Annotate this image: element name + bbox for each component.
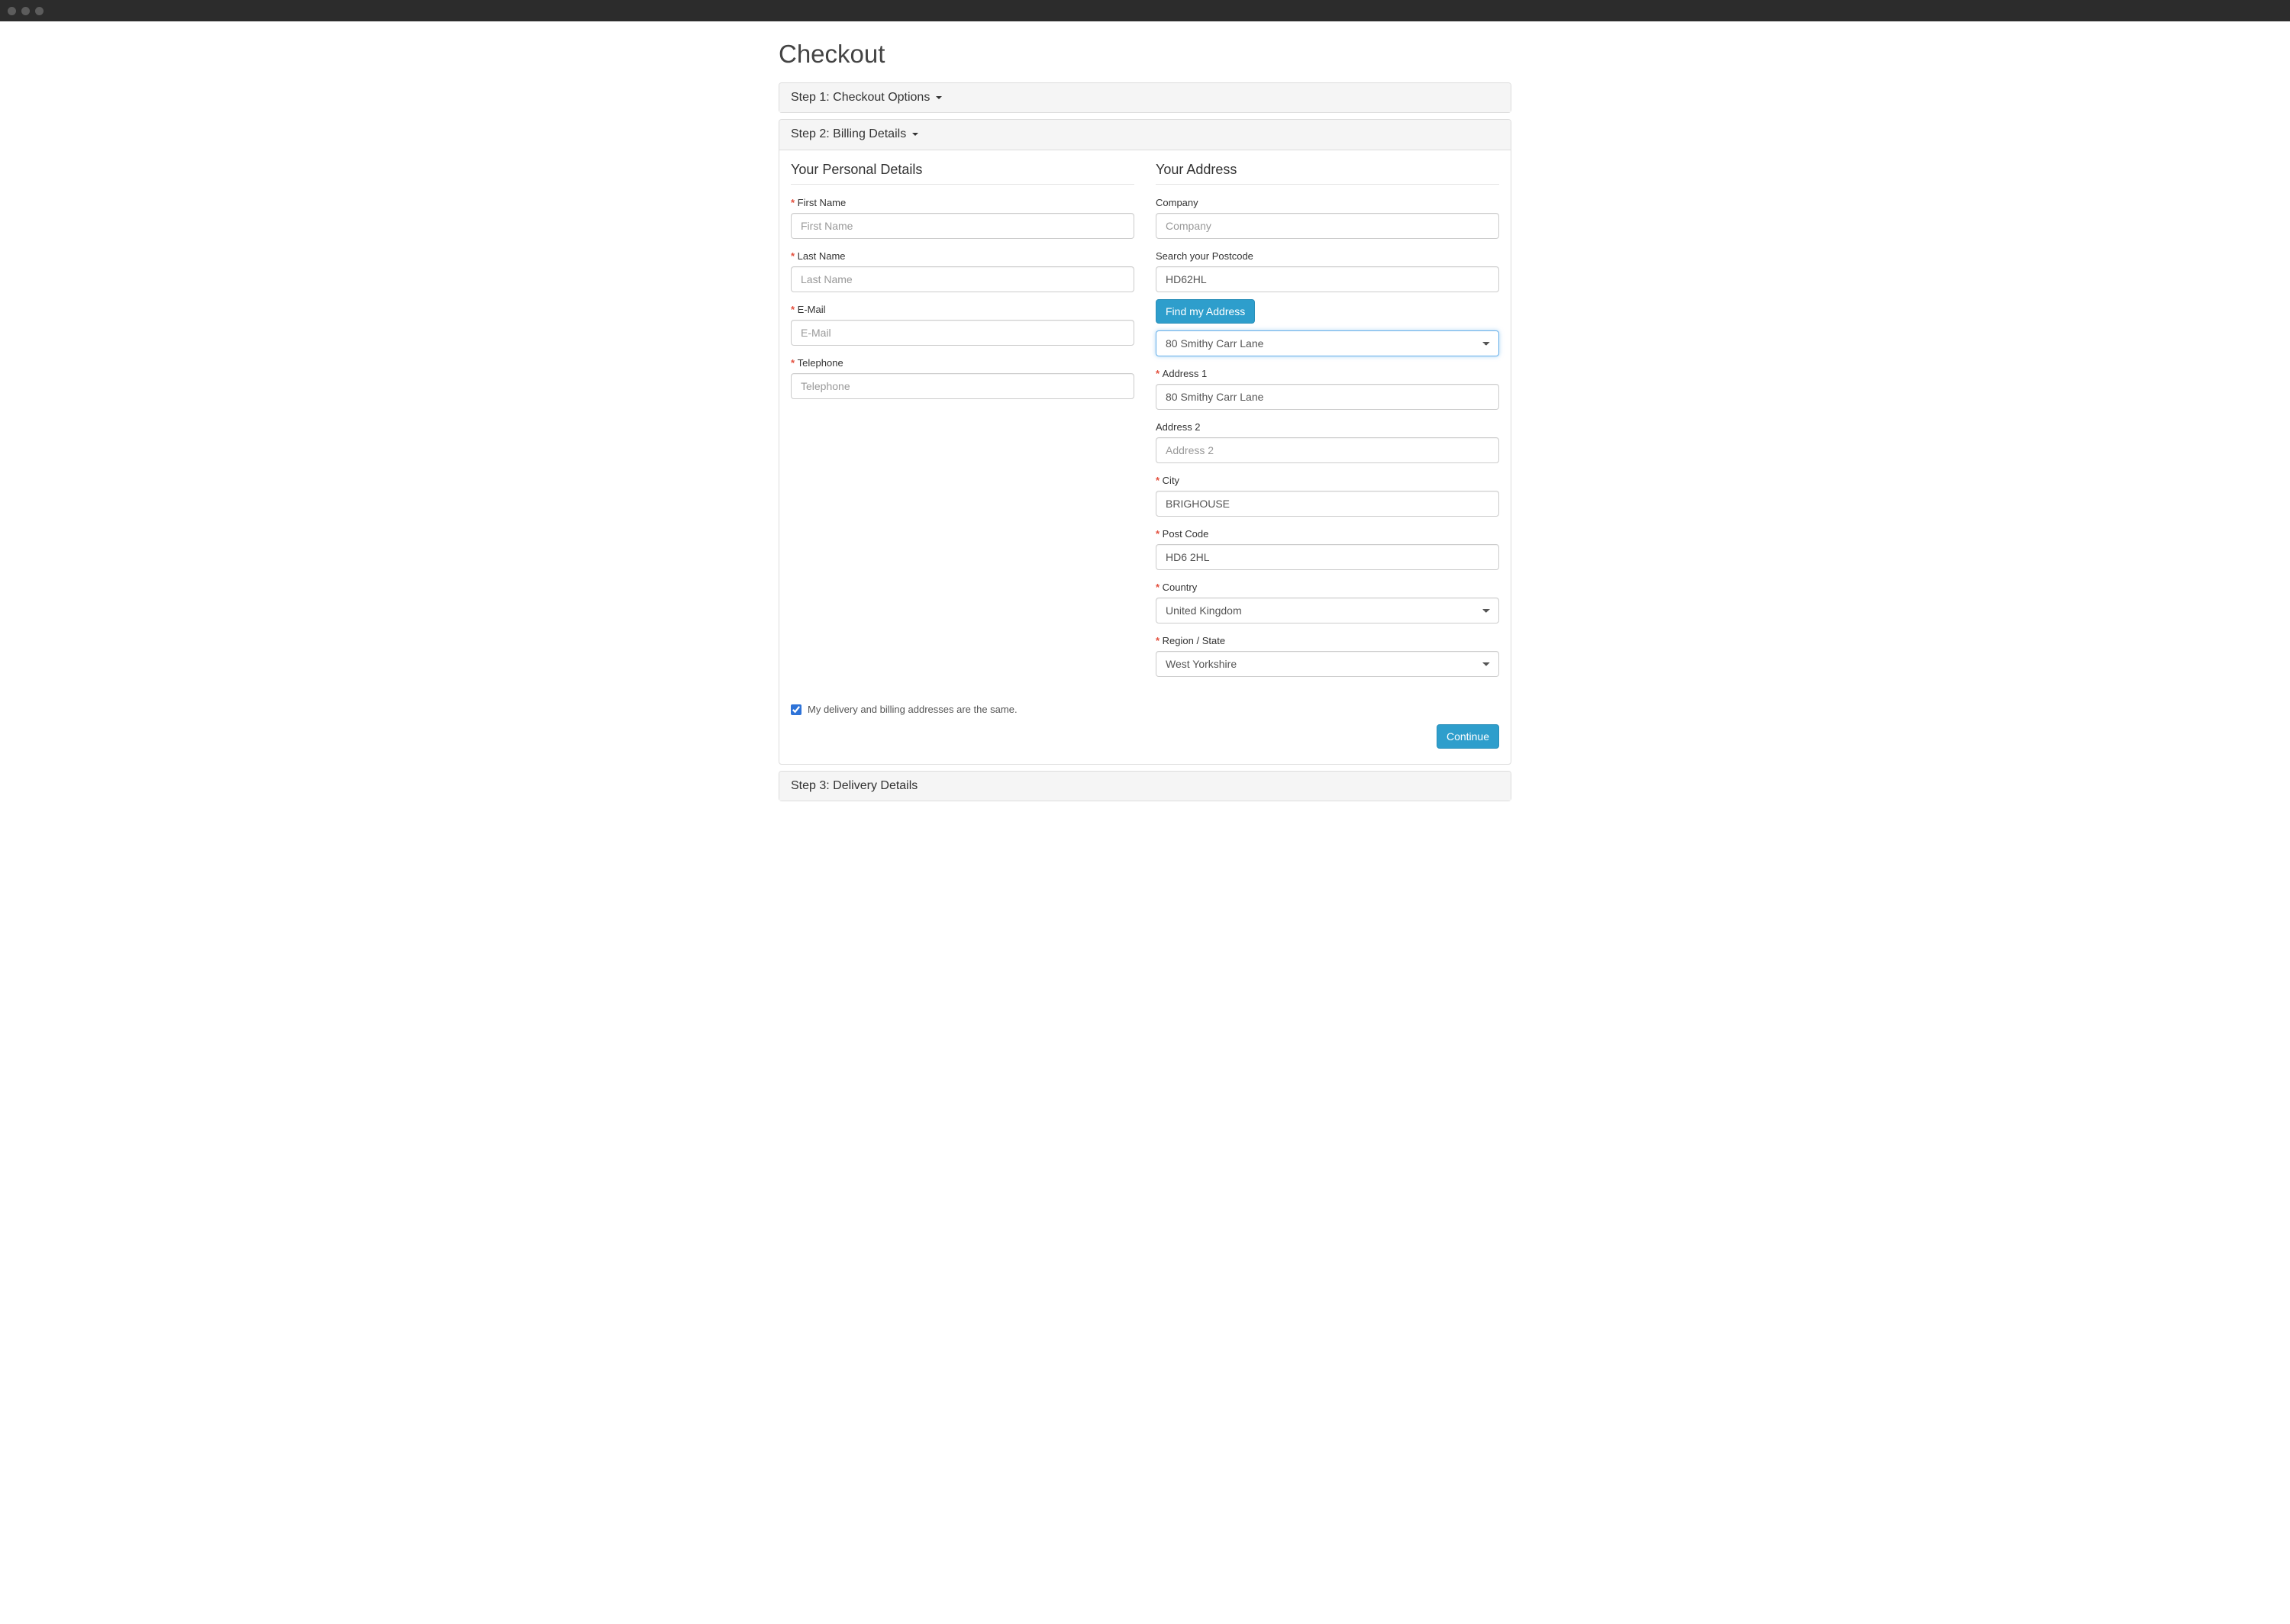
telephone-input[interactable]	[791, 373, 1134, 399]
same-address-checkbox[interactable]	[791, 704, 802, 715]
address-2-label: Address 2	[1156, 421, 1499, 433]
country-select[interactable]: United Kingdom	[1156, 598, 1499, 624]
email-label: E-Mail	[791, 304, 1134, 315]
same-address-label: My delivery and billing addresses are th…	[808, 704, 1018, 715]
last-name-label: Last Name	[791, 250, 1134, 262]
panel-step-1: Step 1: Checkout Options	[779, 82, 1511, 113]
postcode-search-input[interactable]	[1156, 266, 1499, 292]
window-dot	[21, 7, 30, 15]
city-input[interactable]	[1156, 491, 1499, 517]
panel-step-3: Step 3: Delivery Details	[779, 771, 1511, 801]
first-name-label: First Name	[791, 197, 1134, 208]
step-1-heading[interactable]: Step 1: Checkout Options	[779, 83, 1511, 112]
post-code-label: Post Code	[1156, 528, 1499, 540]
email-input[interactable]	[791, 320, 1134, 346]
address-1-label: Address 1	[1156, 368, 1499, 379]
region-select[interactable]: West Yorkshire	[1156, 651, 1499, 677]
caret-down-icon	[936, 96, 942, 99]
window-dot	[35, 7, 44, 15]
address-col: Your Address Company Search your Postcod…	[1156, 162, 1499, 688]
step-3-heading[interactable]: Step 3: Delivery Details	[779, 772, 1511, 801]
post-code-input[interactable]	[1156, 544, 1499, 570]
window-titlebar	[0, 0, 2290, 21]
country-label: Country	[1156, 582, 1499, 593]
step-2-title: Step 2: Billing Details	[791, 127, 906, 141]
panel-step-2: Step 2: Billing Details Your Personal De…	[779, 119, 1511, 765]
company-label: Company	[1156, 197, 1499, 208]
step-2-heading[interactable]: Step 2: Billing Details	[779, 120, 1511, 150]
page-content: Checkout Step 1: Checkout Options Step 2…	[767, 21, 1523, 830]
step-1-title: Step 1: Checkout Options	[791, 91, 930, 105]
caret-down-icon	[912, 133, 918, 136]
personal-details-legend: Your Personal Details	[791, 162, 1134, 185]
postcode-search-label: Search your Postcode	[1156, 250, 1499, 262]
city-label: City	[1156, 475, 1499, 486]
address-legend: Your Address	[1156, 162, 1499, 185]
same-address-row[interactable]: My delivery and billing addresses are th…	[791, 704, 1499, 715]
find-address-button[interactable]: Find my Address	[1156, 299, 1255, 324]
continue-button[interactable]: Continue	[1437, 724, 1499, 749]
last-name-input[interactable]	[791, 266, 1134, 292]
page-title: Checkout	[779, 40, 1511, 69]
region-label: Region / State	[1156, 635, 1499, 646]
company-input[interactable]	[1156, 213, 1499, 239]
window-dot	[8, 7, 16, 15]
step-2-body: Your Personal Details First Name Last Na…	[779, 150, 1511, 764]
address-1-input[interactable]	[1156, 384, 1499, 410]
address-2-input[interactable]	[1156, 437, 1499, 463]
telephone-label: Telephone	[791, 357, 1134, 369]
address-select[interactable]: 80 Smithy Carr Lane	[1156, 330, 1499, 356]
first-name-input[interactable]	[791, 213, 1134, 239]
step-3-title: Step 3: Delivery Details	[791, 779, 918, 793]
personal-details-col: Your Personal Details First Name Last Na…	[791, 162, 1134, 688]
